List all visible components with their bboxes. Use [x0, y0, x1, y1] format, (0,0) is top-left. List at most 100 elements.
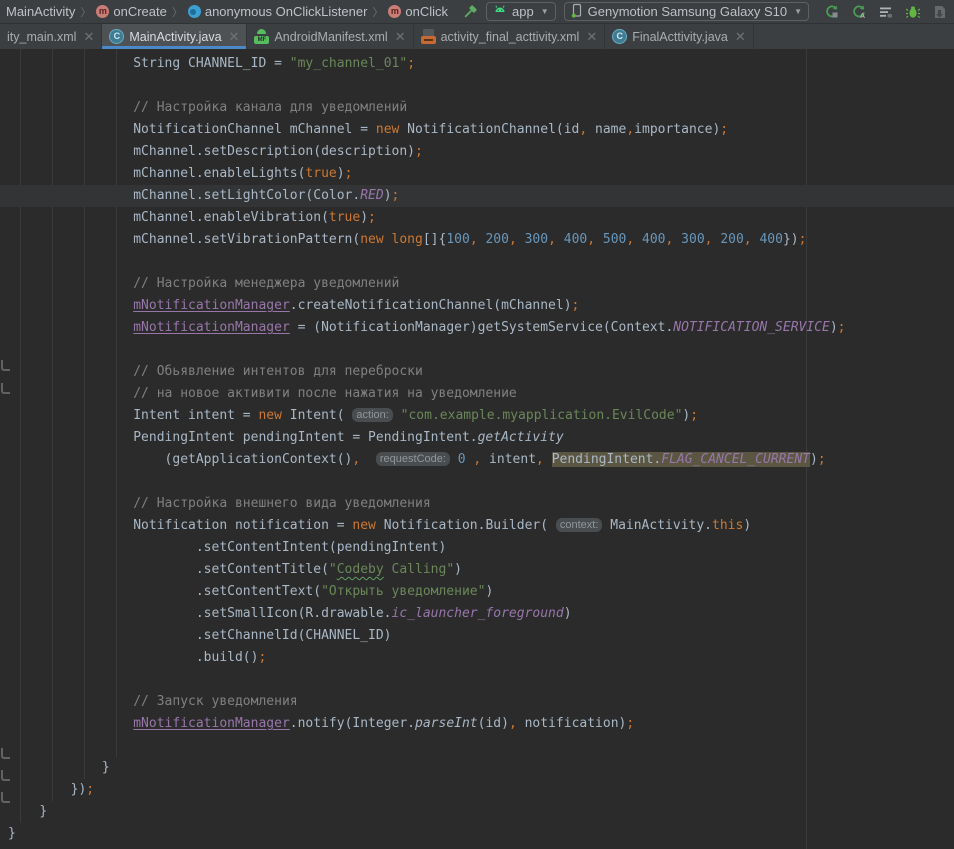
code-token: .setContentIntent(pendingIntent) [196, 540, 446, 555]
code-token: NOTIFICATION_SERVICE [673, 320, 830, 335]
apply-changes-restart-icon[interactable] [823, 3, 840, 20]
code-token: ) [384, 188, 392, 203]
code-token: "com.example.myapplication.EvilCode" [401, 408, 683, 423]
java-class-icon: C [109, 29, 124, 44]
code-token: 300 [525, 232, 548, 247]
code-token: 0 [458, 452, 466, 467]
code-token: "Открыть уведомление" [321, 584, 485, 599]
tab-label: activity_final_acttivity.xml [441, 30, 580, 44]
tab-androidmanifest-xml[interactable]: MFAndroidManifest.xml✕ [247, 24, 413, 49]
code-line: mChannel.setLightColor(Color.RED); [0, 185, 954, 207]
code-token: mChannel.enableLights( [133, 166, 305, 181]
code-token: // Настройка внешнего вида уведомления [133, 496, 430, 511]
code-token: ; [345, 166, 353, 181]
code-token: Notification notification = [133, 518, 352, 533]
ide-window: MainActivity〉monCreate〉anonymous OnClick… [0, 0, 954, 849]
code-token: (id) [478, 716, 509, 731]
device-selector-label: Genymotion Samsung Galaxy S10 [588, 4, 787, 19]
code-token: String CHANNEL_ID = [133, 56, 290, 71]
code-line: .setChannelId(CHANNEL_ID) [8, 625, 954, 647]
code-token [544, 452, 552, 467]
code-token: 500 [603, 232, 626, 247]
close-tab-icon[interactable]: ✕ [229, 29, 240, 45]
code-token: ; [690, 408, 698, 423]
code-token: ) [830, 320, 838, 335]
breadcrumb-label: MainActivity [6, 4, 75, 19]
code-line: // Запуск уведомления [8, 691, 954, 713]
svg-text:A: A [860, 13, 865, 20]
tab-label: FinalActtivity.java [632, 30, 728, 44]
code-token: .notify(Integer. [290, 716, 415, 731]
run-toolbar: app ▼ Genymotion Samsung Galaxy S10 ▼ [461, 2, 948, 21]
code-line [8, 251, 954, 273]
device-selector[interactable]: Genymotion Samsung Galaxy S10 ▼ [564, 2, 809, 21]
close-tab-icon[interactable]: ✕ [395, 29, 406, 45]
code-token: , [509, 232, 517, 247]
code-token: mNotificationManager [133, 320, 290, 335]
code-token: ; [368, 210, 376, 225]
code-token: 400 [564, 232, 587, 247]
code-token: ) [485, 584, 493, 599]
code-line: // Настройка менеджера уведомлений [8, 273, 954, 295]
code-token: NotificationChannel mChannel = [133, 122, 376, 137]
code-editor[interactable]: String CHANNEL_ID = "my_channel_01"; // … [0, 49, 954, 849]
breadcrumb: MainActivity〉monCreate〉anonymous OnClick… [4, 4, 461, 20]
code-token: mChannel.setDescription(description) [133, 144, 415, 159]
breadcrumb-item-onclick[interactable]: monClick [386, 4, 450, 19]
code-token: } [102, 760, 110, 775]
code-token: , [744, 232, 752, 247]
close-tab-icon[interactable]: ✕ [586, 29, 597, 45]
code-token: importance) [634, 122, 720, 137]
code-token: (getApplicationContext() [165, 452, 353, 467]
code-line: Notification notification = new Notifica… [8, 515, 954, 537]
code-token [673, 232, 681, 247]
code-token: ) [810, 452, 818, 467]
code-token: parseInt [415, 716, 478, 731]
code-line: }); [8, 779, 954, 801]
parameter-hint: requestCode: [376, 452, 450, 466]
close-tab-icon[interactable]: ✕ [83, 29, 94, 45]
code-line: mChannel.setDescription(description); [8, 141, 954, 163]
breadcrumb-item-oncreate[interactable]: monCreate [94, 4, 168, 19]
code-line: // Настройка канала для уведомлений [8, 97, 954, 119]
debug-icon[interactable] [904, 3, 921, 20]
code-token: Intent intent = [133, 408, 258, 423]
code-token: mChannel.enableVibration( [133, 210, 329, 225]
code-token: 200 [720, 232, 743, 247]
module-selector[interactable]: app ▼ [486, 2, 556, 21]
tab-mainactivity-java[interactable]: CMainActivity.java✕ [102, 24, 247, 49]
code-token: // Настройка канала для уведомлений [133, 100, 407, 115]
tab-activity-final-acttivity-xml[interactable]: activity_final_acttivity.xml ✕ [414, 24, 606, 49]
code-line: String CHANNEL_ID = "my_channel_01"; [8, 53, 954, 75]
run-configurations-icon[interactable] [877, 3, 894, 20]
code-token: MainActivity. [602, 518, 712, 533]
run-actions: A [823, 3, 948, 20]
code-token: // Обьявление интентов для переброски [133, 364, 423, 379]
code-token: ; [258, 650, 266, 665]
tab-ity-main-xml[interactable]: ity_main.xml✕ [0, 24, 102, 49]
breadcrumb-item-mainactivity[interactable]: MainActivity [4, 4, 77, 19]
code-token: 100 [446, 232, 469, 247]
code-line: .setContentText("Открыть уведомление") [8, 581, 954, 603]
breadcrumb-item-anonymous-onclicklistener[interactable]: anonymous OnClickListener [186, 4, 370, 19]
code-line [8, 735, 954, 757]
code-token: ; [799, 232, 807, 247]
code-token: // Настройка менеджера уведомлений [133, 276, 399, 291]
code-token: name [587, 122, 626, 137]
tab-finalacttivity-java[interactable]: CFinalActtivity.java✕ [605, 24, 754, 49]
code-token: mChannel.setLightColor(Color. [133, 188, 360, 203]
code-line: mNotificationManager.createNotificationC… [8, 295, 954, 317]
build-hammer-icon[interactable] [461, 3, 478, 20]
profiler-icon[interactable] [931, 3, 948, 20]
code-token: }) [71, 782, 87, 797]
code-token: } [39, 804, 47, 819]
code-token: 300 [681, 232, 704, 247]
code-token: .setSmallIcon(R.drawable. [196, 606, 392, 621]
code-token: ; [626, 716, 634, 731]
code-token: ic_launcher_foreground [392, 606, 564, 621]
code-token: ) [337, 166, 345, 181]
close-tab-icon[interactable]: ✕ [735, 29, 746, 45]
apply-code-changes-icon[interactable]: A [850, 3, 867, 20]
breadcrumb-label: onCreate [113, 4, 166, 19]
parameter-hint: context: [556, 518, 603, 532]
